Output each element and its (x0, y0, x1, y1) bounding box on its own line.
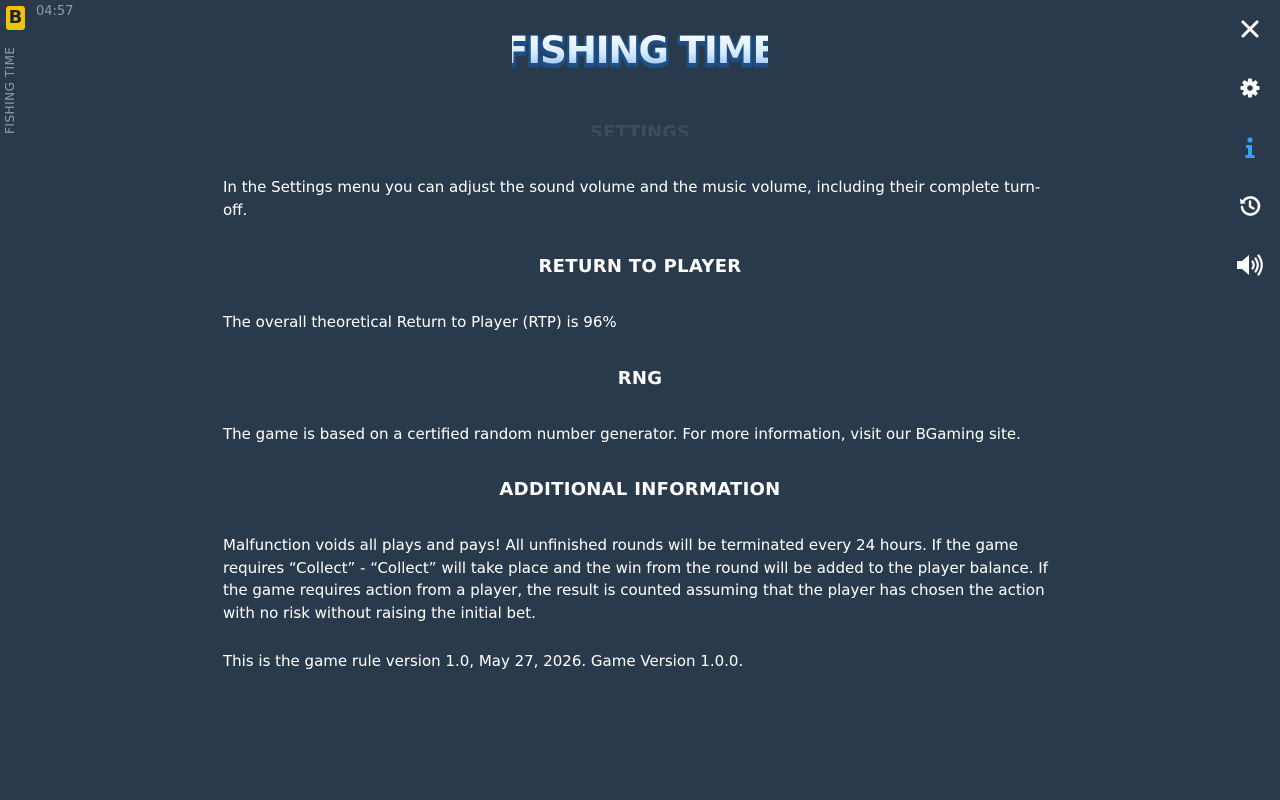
rng-heading: RNG (617, 367, 663, 389)
info-button[interactable] (1226, 124, 1274, 172)
logo-text: FISHING TIME (512, 30, 768, 72)
clock: 04:57 (36, 4, 74, 19)
settings-heading: SETTINGS (590, 122, 690, 136)
info-icon (1245, 137, 1255, 158)
settings-text: In the Settings menu you can adjust the … (223, 178, 1041, 219)
history-icon (1240, 196, 1261, 216)
gear-icon (1240, 78, 1260, 98)
history-button[interactable] (1226, 182, 1274, 230)
rtp-heading: RETURN TO PLAYER (538, 256, 742, 277)
brand-logo: B (6, 6, 25, 30)
rtp-text: The overall theoretical Return to Player… (223, 313, 617, 331)
speaker-icon (1237, 254, 1263, 276)
close-button[interactable] (1226, 5, 1274, 53)
sound-button[interactable] (1226, 241, 1274, 289)
additional-info-heading: ADDITIONAL INFORMATION (499, 479, 781, 500)
version-text: This is the game rule version 1.0, May 2… (223, 652, 744, 670)
rules-content: SETTINGS In the Settings menu you can ad… (223, 118, 1057, 707)
game-logo: FISHING TIME FISHING TIME (512, 30, 768, 74)
rng-text: The game is based on a certified random … (223, 424, 1021, 443)
additional-info-text: Malfunction voids all plays and pays! Al… (223, 536, 1048, 622)
close-icon (1241, 20, 1259, 38)
game-title-vertical: FISHING TIME (3, 46, 17, 134)
settings-button[interactable] (1226, 64, 1274, 112)
right-control-bar (1220, 0, 1280, 800)
